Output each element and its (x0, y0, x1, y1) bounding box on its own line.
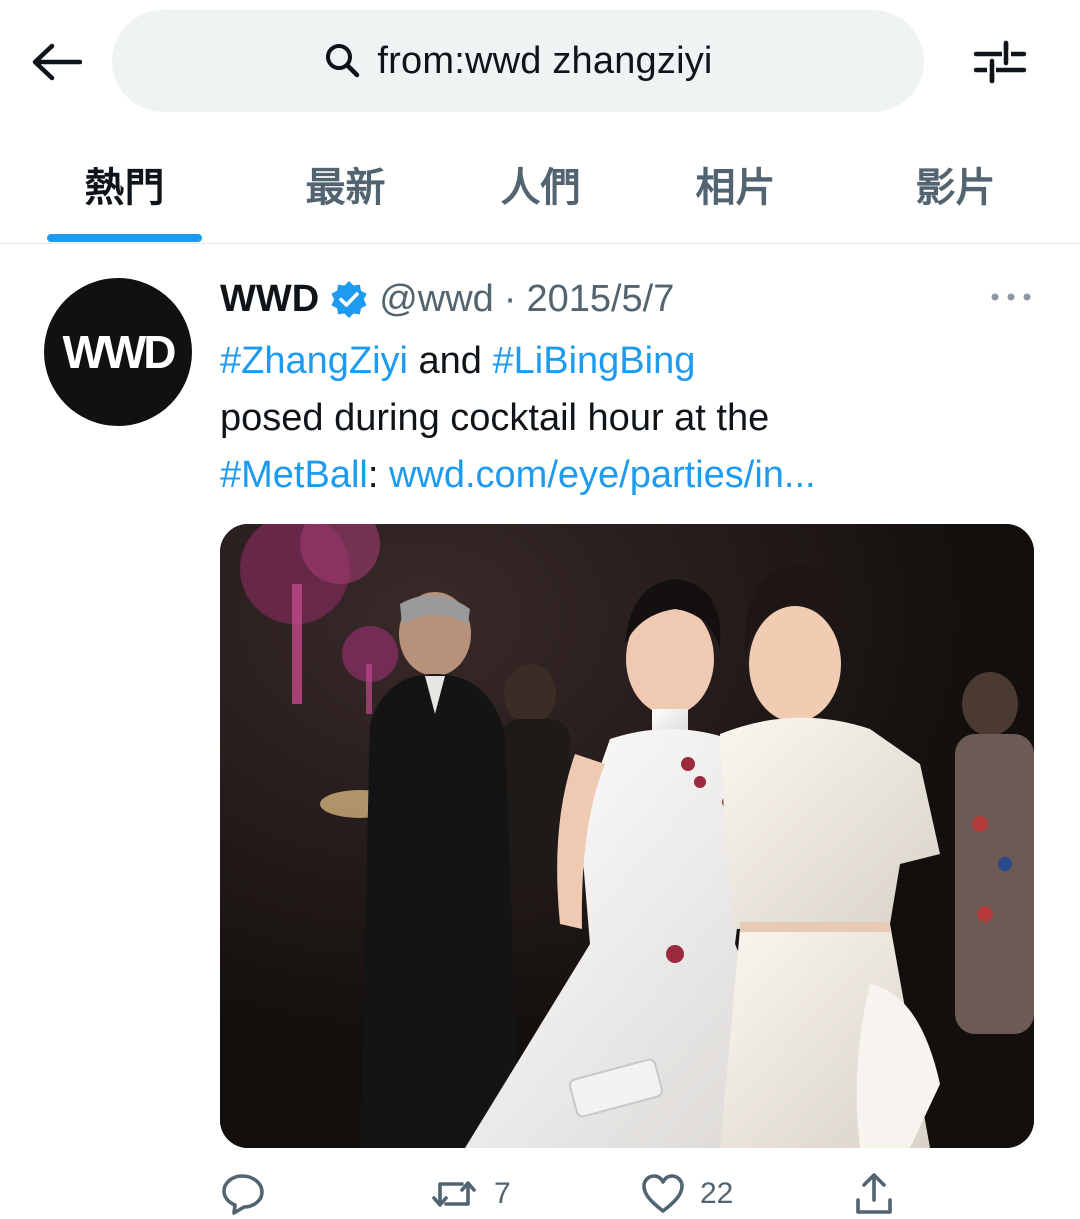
tweet-link[interactable]: wwd.com/eye/parties/in... (389, 454, 816, 496)
handle[interactable]: @wwd (379, 278, 494, 321)
text-line-2: posed during cocktail hour at the (220, 397, 770, 439)
reply-icon (222, 1174, 264, 1215)
back-arrow-icon (32, 43, 82, 81)
tab-videos[interactable]: 影片 (878, 124, 1033, 244)
tweet-date[interactable]: 2015/5/7 (526, 278, 674, 321)
search-input[interactable]: from:wwd zhangziyi (112, 10, 924, 112)
back-button[interactable] (22, 28, 90, 96)
search-tabs: 熱門 最新 人們 相片 影片 (0, 124, 1080, 244)
retweet-icon (432, 1181, 476, 1207)
text-and: and (407, 340, 493, 382)
more-button[interactable] (986, 283, 1036, 311)
active-tab-indicator (47, 234, 202, 242)
tab-top[interactable]: 熱門 (47, 124, 202, 244)
tab-photos[interactable]: 相片 (658, 124, 813, 244)
avatar-logo-text: WWD (62, 326, 176, 378)
search-query[interactable]: from:wwd zhangziyi (377, 40, 712, 83)
verified-badge-icon (331, 281, 367, 318)
tweet-text: #ZhangZiyi and #LiBingBing posed during … (220, 333, 1050, 504)
display-name[interactable]: WWD (220, 278, 319, 321)
separator-dot: · (503, 277, 517, 320)
text-colon: : (367, 454, 389, 496)
like-icon (642, 1174, 684, 1213)
share-icon (856, 1173, 892, 1214)
filter-sliders-icon (973, 40, 1027, 84)
search-filter-button[interactable] (964, 28, 1036, 96)
tweet-actions: 7 22 (220, 1169, 1050, 1219)
retweet-count: 7 (494, 1177, 511, 1210)
retweet-button[interactable]: 7 (428, 1169, 511, 1219)
like-count: 22 (700, 1177, 734, 1210)
tab-people[interactable]: 人們 (463, 124, 618, 244)
avatar[interactable]: WWD (44, 278, 192, 426)
event-photo-illustration (220, 524, 1034, 1148)
hashtag-libingbing[interactable]: #LiBingBing (493, 340, 696, 382)
like-button[interactable]: 22 (640, 1169, 733, 1219)
search-icon (326, 44, 360, 78)
share-button[interactable] (854, 1169, 894, 1219)
hashtag-zhangziyi[interactable]: #ZhangZiyi (220, 340, 408, 382)
top-bar: from:wwd zhangziyi (0, 0, 1080, 124)
tweet[interactable]: WWD WWD @wwd · 2015/5/7 #ZhangZiyi and #… (0, 245, 1080, 1216)
tweet-header: WWD @wwd · 2015/5/7 (220, 275, 674, 323)
tab-latest[interactable]: 最新 (268, 124, 423, 244)
tweet-photo[interactable] (220, 524, 1034, 1148)
more-icon (991, 293, 1031, 301)
hashtag-metball[interactable]: #MetBall (220, 454, 368, 496)
reply-button[interactable] (220, 1169, 266, 1219)
